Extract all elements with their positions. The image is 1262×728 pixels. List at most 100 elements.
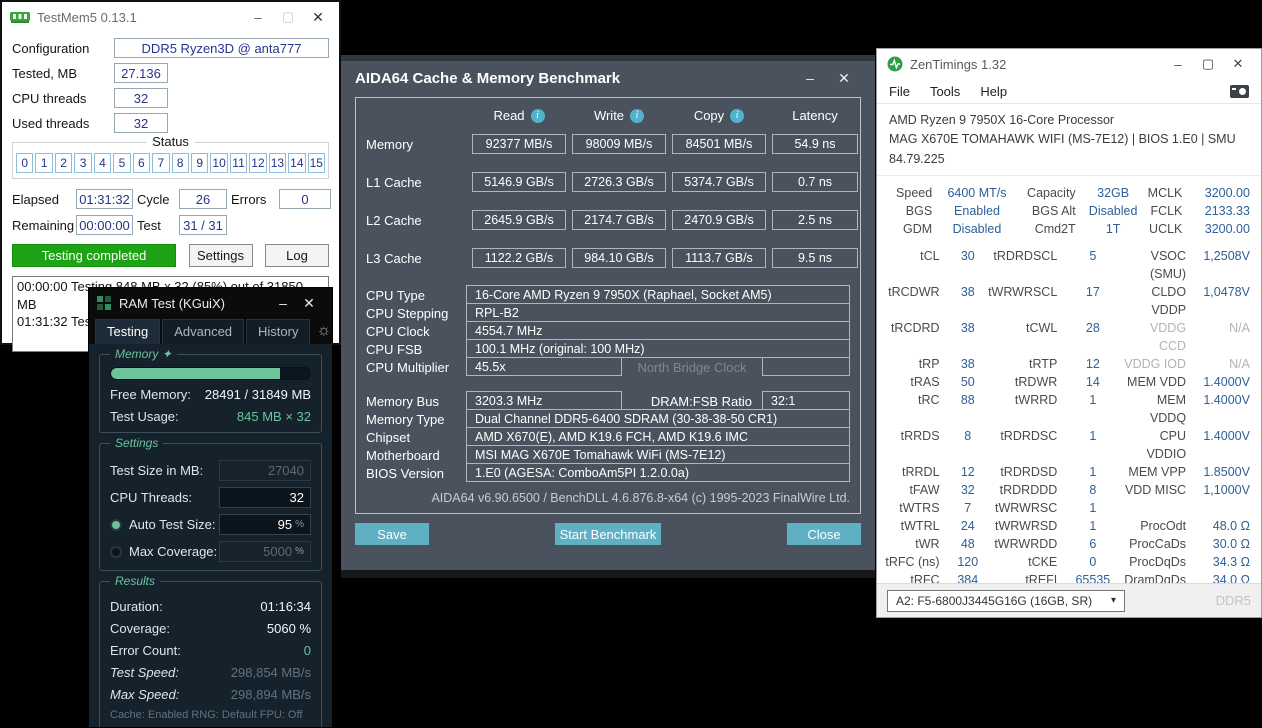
test-speed-row: Test Speed: 298,854 MB/s [110,665,311,680]
minimize-icon[interactable]: – [1163,57,1193,72]
menu-help[interactable]: Help [980,84,1007,99]
free-memory-value: 28491 / 31849 MB [204,387,311,402]
radio-unselected-icon[interactable] [110,545,122,558]
theme-toggle-sun-icon[interactable]: ☼ [312,322,332,344]
test-speed-label: Test Speed: [110,665,179,680]
errors-value: 0 [279,189,331,209]
system-info-header: AMD Ryzen 9 7950X 16-Core Processor MAG … [877,104,1261,177]
cpu-threads-value: 32 [289,490,304,505]
memory-info-value: MSI MAG X670E Tomahawk WiFi (MS-7E12) [466,445,850,464]
remaining-label: Remaining [12,217,75,233]
memory-info-value: AMD X670(E), AMD K19.6 FCH, AMD K19.6 IM… [466,427,850,446]
timing-label: tWTRL [900,519,940,534]
minimize-icon[interactable]: – [270,295,296,311]
memory-bus-value: 3203.3 MHz [466,391,622,410]
log-button[interactable]: Log [265,244,329,267]
max-coverage-value: 5000 [263,544,293,559]
timings-grid: tCL 30 tRDRDSCL 5 VSOC (SMU) 1,2508V tRC… [877,240,1261,617]
clock-value: 2133.33 [1204,204,1250,219]
timing-value: 120 [957,555,979,570]
timing-value: 38 [960,321,975,336]
timing-value: 14 [1085,375,1100,390]
screenshot-camera-icon[interactable] [1230,84,1249,98]
memory-info-value: 1.E0 (AGESA: ComboAm5PI 1.2.0.0a) [466,463,850,482]
cpu-name: AMD Ryzen 9 7950X 16-Core Processor [889,113,1115,127]
timing-label: tWR [915,537,940,552]
window-title: ZenTimings 1.32 [910,56,1007,72]
minimize-icon[interactable]: – [243,10,273,25]
close-button[interactable]: Close [787,523,861,545]
tab-history[interactable]: History [246,319,311,344]
voltage-value: 1,1000V [1203,483,1250,498]
status-boxes: 0 1 2 3 4 5 6 7 8 9 10 11 12 13 14 15 [16,153,325,173]
voltage-value: 1.4000V [1203,429,1250,444]
bench-header: Read i Write i Copy i Latency [366,108,850,123]
menu-file[interactable]: File [889,84,910,99]
cpu-threads-field[interactable]: 32 [219,487,311,508]
close-icon[interactable]: ✕ [303,9,333,26]
maximize-icon[interactable]: ▢ [273,9,303,25]
results-footnote: Cache: Enabled RNG: Default FPU: Off [110,709,303,721]
aida64-version-text: AIDA64 v6.90.6500 / BenchDLL 4.6.876.8-x… [431,491,850,505]
test-size-field[interactable]: 27040 [219,460,311,481]
cpu-info-value: RPL-B2 [466,303,850,322]
testing-completed-button[interactable]: Testing completed [12,244,176,267]
desktop: TestMem5 0.13.1 – ▢ ✕ Configuration DDR5… [0,0,1262,728]
radio-selected-icon[interactable] [110,518,122,531]
tab-testing[interactable]: Testing [95,319,161,344]
status-box: 2 [54,153,73,173]
start-benchmark-button[interactable]: Start Benchmark [555,523,661,545]
max-coverage-field[interactable]: 5000 % [219,541,311,562]
timing-value: 1 [1089,501,1097,516]
timing-label: tCWL [1026,321,1058,336]
max-speed-row: Max Speed: 298,894 MB/s [110,687,311,702]
aida64-buttons: Save Start Benchmark Close [355,523,861,545]
timing-value: 32 [960,483,975,498]
info-icon[interactable]: i [630,108,645,123]
timing-label: tRDWR [1014,375,1058,390]
timing-value: 38 [960,285,975,300]
bench-row: L2 Cache 2645.9 GB/s 2174.7 GB/s 2470.9 … [366,210,858,230]
ram-stick-icon [10,11,30,23]
copy-value: 5374.7 GB/s [672,172,766,192]
north-bridge-clock-value [762,357,850,376]
cpu-info-label: CPU FSB [366,341,423,357]
close-icon[interactable]: ✕ [1223,56,1253,72]
test-size-row: Test Size in MB: 27040 [110,460,311,481]
minimize-icon[interactable]: – [793,70,827,86]
voltage-label: VDDG CCD [1149,321,1187,354]
copy-value: 1113.7 GB/s [672,248,766,268]
aida64-titlebar: AIDA64 Cache & Memory Benchmark – ✕ [341,61,875,95]
copy-value: 2470.9 GB/s [672,210,766,230]
latency-value: 0.7 ns [772,172,858,192]
coverage-label: Coverage: [110,621,170,636]
close-icon[interactable]: ✕ [296,295,322,312]
info-icon[interactable]: i [730,108,745,123]
dimm-select-dropdown[interactable]: A2: F5-6800J3445G16G (16GB, SR) ▾ [887,589,1125,612]
timing-value: 5 [1089,249,1097,264]
timing-label: tFAW [909,483,940,498]
info-icon[interactable]: i [530,108,545,123]
auto-test-size-option[interactable]: Auto Test Size: [110,517,215,532]
menu-tools[interactable]: Tools [930,84,960,99]
window-title: RAM Test (KGuiX) [119,295,225,311]
save-button[interactable]: Save [355,523,429,545]
maximize-icon[interactable]: ▢ [1193,56,1223,72]
auto-test-size-field[interactable]: 95 % [219,514,311,535]
field-value: 32 [114,113,168,133]
bench-row-label: L1 Cache [366,174,422,190]
close-icon[interactable]: ✕ [827,70,861,87]
timing-label: tCL [920,249,940,264]
max-coverage-option[interactable]: Max Coverage: [110,544,217,559]
memory-progress-fill [111,368,281,379]
status-box: 4 [93,153,112,173]
voltage-label: VSOC (SMU) [1149,249,1187,282]
settings-button[interactable]: Settings [188,244,253,267]
timing-label: tRDRDSCL [993,249,1058,264]
clock-label: FCLK [1150,204,1183,219]
tab-advanced[interactable]: Advanced [162,319,245,344]
voltage-label: CLDO VDDP [1151,285,1187,318]
status-box: 10 [210,153,228,173]
cycle-value: 26 [179,189,227,209]
zentimings-titlebar: ZenTimings 1.32 – ▢ ✕ [877,49,1261,79]
